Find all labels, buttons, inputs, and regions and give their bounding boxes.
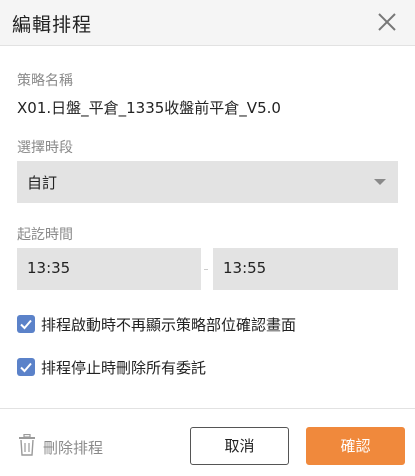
period-selected-value: 自訂 bbox=[27, 174, 58, 192]
cancel-button[interactable]: 取消 bbox=[190, 427, 289, 465]
delete-schedule-button[interactable]: 刪除排程 bbox=[17, 434, 112, 458]
end-time-value: 13:55 bbox=[223, 259, 267, 277]
close-icon bbox=[378, 13, 396, 31]
option-skip-confirm[interactable]: 排程啟動時不再顯示策略部位確認畫面 bbox=[17, 314, 337, 334]
confirm-button[interactable]: 確認 bbox=[306, 427, 405, 465]
end-time-input[interactable]: 13:55 bbox=[213, 248, 398, 290]
start-time-value: 13:35 bbox=[27, 259, 71, 277]
checkmark-icon bbox=[20, 362, 32, 373]
option-delete-orders-label: 排程停止時刪除所有委託 bbox=[41, 359, 207, 377]
dialog-header: 編輯排程 bbox=[0, 0, 415, 46]
strategy-name-label: 策略名稱 bbox=[17, 73, 73, 89]
option-skip-confirm-label: 排程啟動時不再顯示策略部位確認畫面 bbox=[41, 316, 297, 334]
chevron-down-icon bbox=[374, 179, 386, 185]
option-delete-orders[interactable]: 排程停止時刪除所有委託 bbox=[17, 357, 237, 377]
checkmark-icon bbox=[20, 319, 32, 330]
delete-schedule-label: 刪除排程 bbox=[43, 439, 104, 457]
dialog-title: 編輯排程 bbox=[12, 14, 93, 36]
period-label: 選擇時段 bbox=[17, 140, 73, 156]
checkbox-skip-confirm[interactable] bbox=[17, 315, 35, 333]
close-button[interactable] bbox=[373, 8, 401, 36]
time-range-label: 起訖時間 bbox=[17, 227, 73, 243]
start-time-input[interactable]: 13:35 bbox=[17, 248, 201, 290]
edit-schedule-dialog: 編輯排程 策略名稱 X01.日盤_平倉_1335收盤前平倉_V5.0 選擇時段 … bbox=[0, 0, 415, 476]
footer-divider bbox=[0, 408, 415, 409]
period-select[interactable]: 自訂 bbox=[17, 161, 398, 203]
checkbox-delete-orders[interactable] bbox=[17, 358, 35, 376]
trash-icon bbox=[19, 434, 35, 456]
strategy-name-value: X01.日盤_平倉_1335收盤前平倉_V5.0 bbox=[17, 99, 281, 117]
time-range-separator bbox=[204, 269, 208, 270]
